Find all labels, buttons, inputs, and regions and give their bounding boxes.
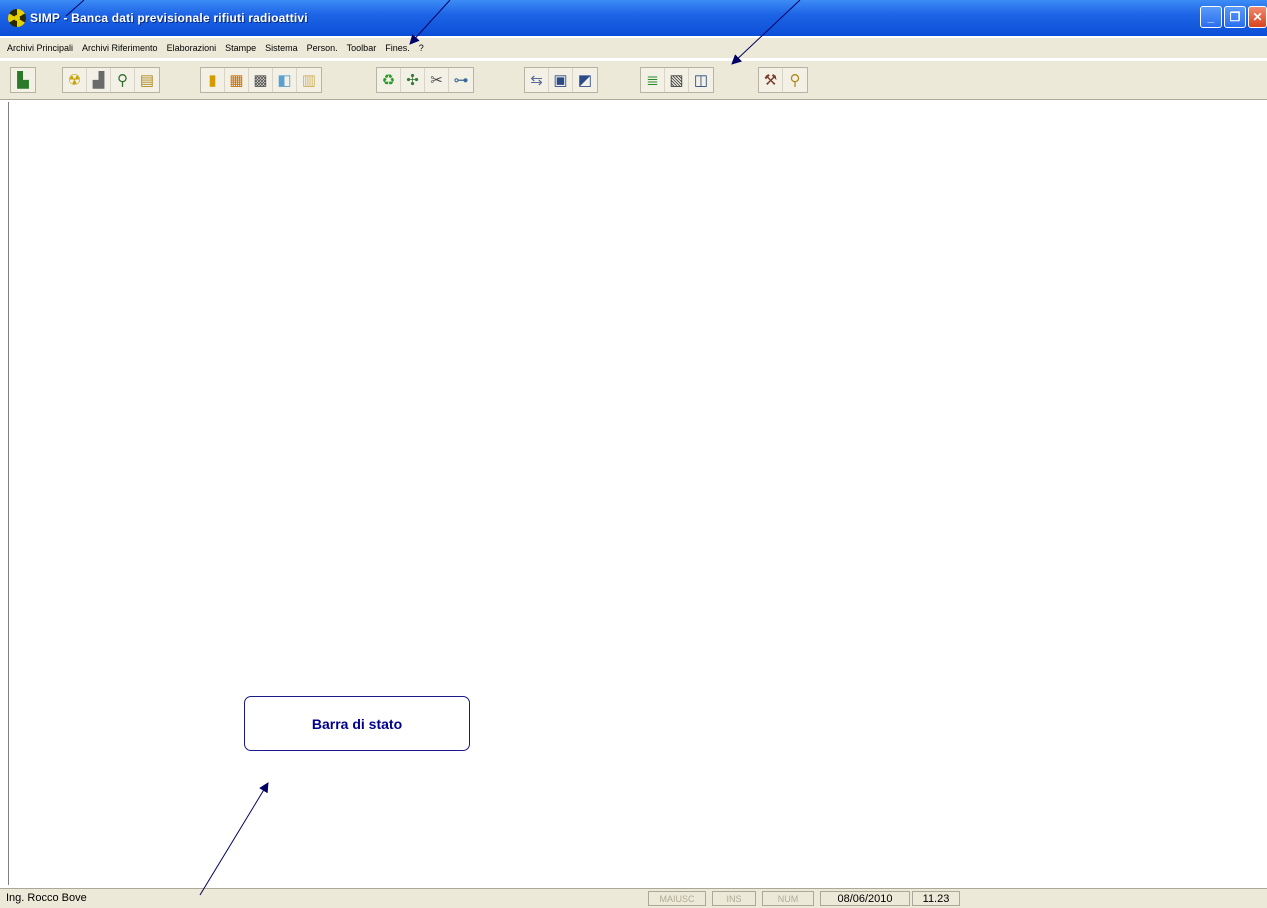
status-caps: MAIUSC — [648, 891, 706, 906]
hierarchy-icon[interactable]: ⊶ — [449, 68, 473, 92]
title-bar[interactable]: SIMP - Banca dati previsionale rifiuti r… — [0, 0, 1267, 36]
database-icon[interactable]: ◫ — [689, 68, 713, 92]
menu-bar: Archivi Principali Archivi Riferimento E… — [0, 38, 1267, 58]
menu-stampe[interactable]: Stampe — [225, 43, 256, 53]
storage-icon[interactable]: ▩ — [249, 68, 273, 92]
box-icon[interactable]: ▥ — [297, 68, 321, 92]
menu-fines[interactable]: Fines. — [385, 43, 410, 53]
recycle-icon[interactable]: ♻ — [377, 68, 401, 92]
toolbar-group-7: ⚒ ⚲ — [758, 67, 808, 93]
menu-elaborazioni[interactable]: Elaborazioni — [167, 43, 217, 53]
menu-sistema[interactable]: Sistema — [265, 43, 298, 53]
toolbar: ▙ ☢ ▟ ⚲ ▤ ▮ ▦ ▩ ◧ ▥ ♻ ✣ ✂ ⊶ ⇆ ▣ ◩ ≣ ▧ ◫ … — [0, 60, 1267, 100]
tree-structure-icon[interactable]: ⚲ — [111, 68, 135, 92]
menu-archivi-riferimento[interactable]: Archivi Riferimento — [82, 43, 158, 53]
transfer-icon[interactable]: ⇆ — [525, 68, 549, 92]
radiation-icon[interactable]: ☢ — [63, 68, 87, 92]
annotation-callout: Barra di stato — [244, 696, 470, 751]
toolbar-group-4: ♻ ✣ ✂ ⊶ — [376, 67, 474, 93]
close-button[interactable]: ✕ — [1248, 6, 1267, 28]
status-ins: INS — [712, 891, 756, 906]
window-title: SIMP - Banca dati previsionale rifiuti r… — [30, 11, 308, 25]
menu-person[interactable]: Person. — [307, 43, 338, 53]
status-num: NUM — [762, 891, 814, 906]
exit-door-icon[interactable]: ▙ — [11, 68, 35, 92]
app-window: SIMP - Banca dati previsionale rifiuti r… — [0, 0, 1267, 908]
barrel-icon[interactable]: ▮ — [201, 68, 225, 92]
chart-icon[interactable]: ▧ — [665, 68, 689, 92]
disk-save-icon[interactable]: ◩ — [573, 68, 597, 92]
tools-icon[interactable]: ⚒ — [759, 68, 783, 92]
traffic-light-icon[interactable]: ≣ — [641, 68, 665, 92]
toolbar-group-3: ▮ ▦ ▩ ◧ ▥ — [200, 67, 322, 93]
toolbar-group-6: ≣ ▧ ◫ — [640, 67, 714, 93]
status-date: 08/06/2010 — [820, 891, 910, 906]
annotation-label: Barra di stato — [311, 715, 403, 732]
document-icon[interactable]: ▤ — [135, 68, 159, 92]
toolbar-group-2: ☢ ▟ ⚲ ▤ — [62, 67, 160, 93]
menu-archivi-principali[interactable]: Archivi Principali — [7, 43, 73, 53]
toolbar-group-5: ⇆ ▣ ◩ — [524, 67, 598, 93]
radiation-app-icon[interactable] — [8, 9, 26, 27]
restore-button[interactable]: ❐ — [1224, 6, 1246, 28]
toolbar-group-1: ▙ — [10, 67, 36, 93]
status-bar: Ing. Rocco Bove MAIUSC INS NUM 08/06/201… — [0, 888, 1267, 908]
cylinder-icon[interactable]: ◧ — [273, 68, 297, 92]
status-user: Ing. Rocco Bove — [6, 892, 87, 904]
mdi-client-area[interactable] — [8, 102, 1267, 885]
network-icon[interactable]: ✣ — [401, 68, 425, 92]
factory-icon[interactable]: ▟ — [87, 68, 111, 92]
menu-help[interactable]: ? — [419, 43, 424, 53]
wrench-icon[interactable]: ⚲ — [783, 68, 807, 92]
container-icon[interactable]: ▦ — [225, 68, 249, 92]
menu-toolbar[interactable]: Toolbar — [347, 43, 377, 53]
disk-icon[interactable]: ▣ — [549, 68, 573, 92]
minimize-button[interactable]: _ — [1200, 6, 1222, 28]
scissors-icon[interactable]: ✂ — [425, 68, 449, 92]
status-time: 11.23 — [912, 891, 960, 906]
